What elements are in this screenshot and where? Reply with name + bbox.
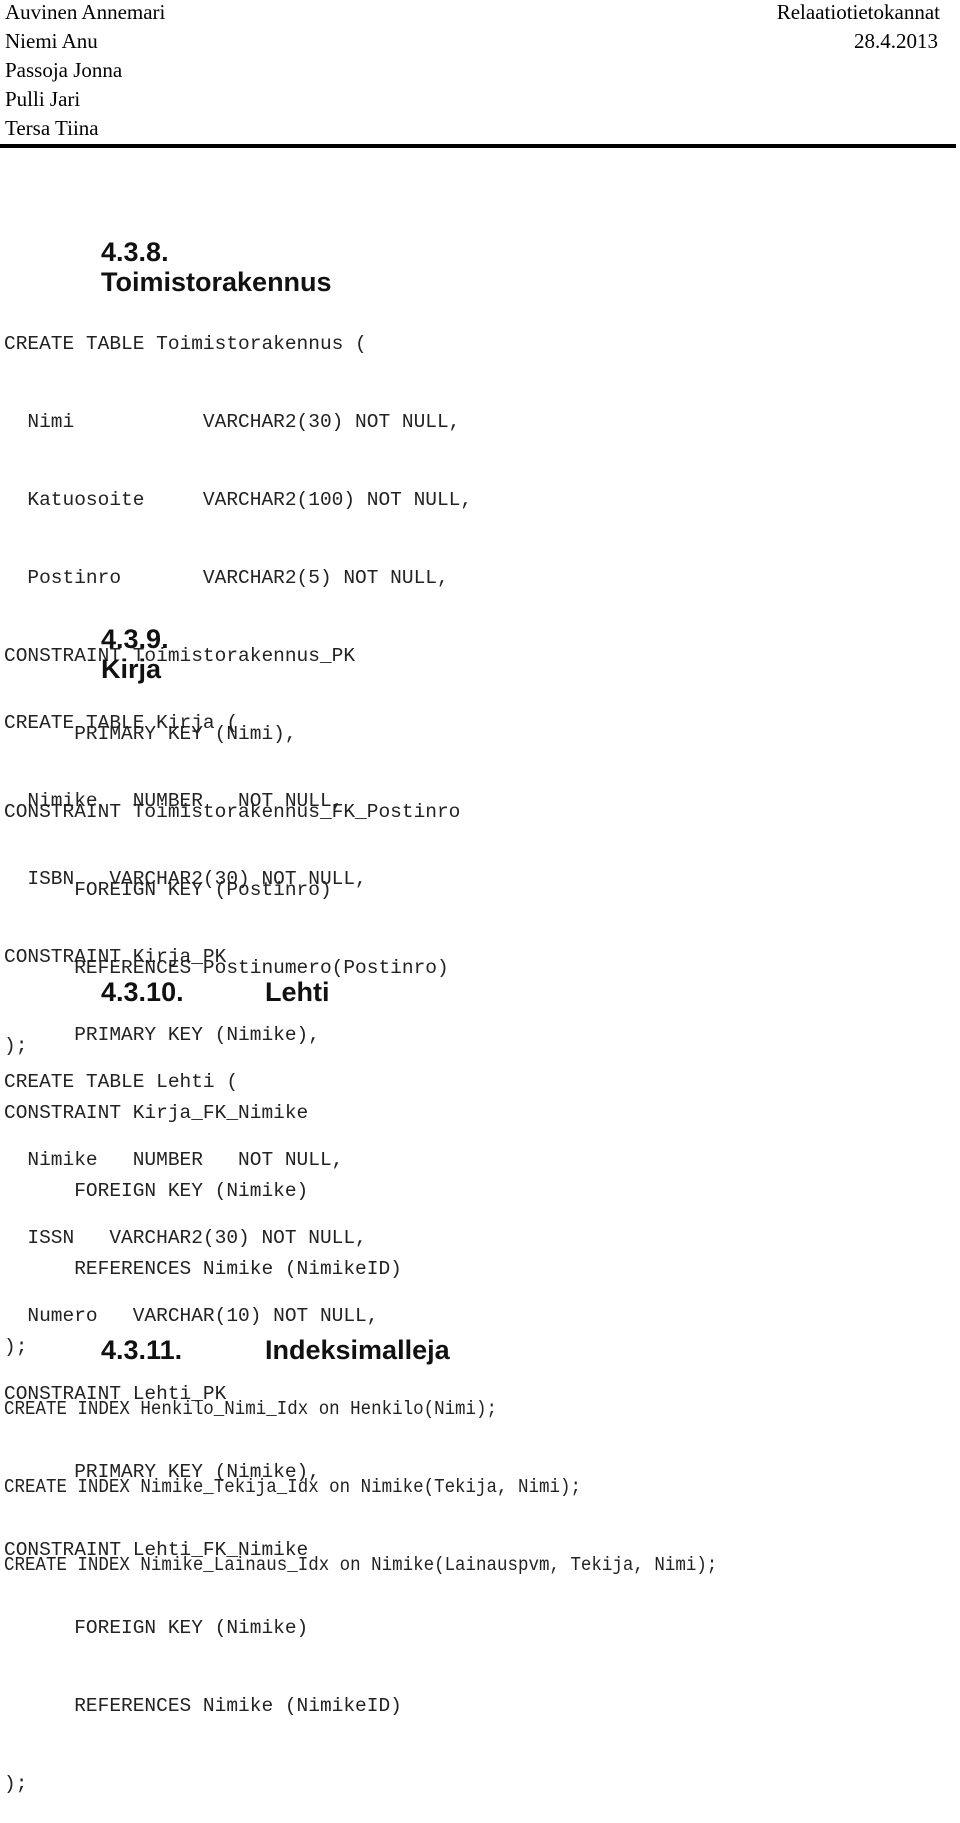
code-line: REFERENCES Nimike (NimikeID) (4, 1695, 402, 1717)
author-name: Niemi Anu (5, 29, 98, 53)
code-line: Nimi VARCHAR2(30) NOT NULL, (4, 411, 461, 433)
author-name: Passoja Jonna (5, 58, 123, 82)
code-line: CREATE TABLE Toimistorakennus ( (4, 333, 367, 355)
section-number: 4.3.8. (101, 237, 169, 267)
code-line: ); (4, 1773, 28, 1795)
header-divider (0, 144, 956, 148)
code-line: ISBN VARCHAR2(30) NOT NULL, (4, 868, 367, 890)
author-name: Auvinen Annemari (5, 0, 166, 24)
code-line: Postinro VARCHAR2(5) NOT NULL, (4, 567, 449, 589)
code-line: CREATE TABLE Lehti ( (4, 1071, 239, 1093)
author-name: Tersa Tiina (5, 116, 99, 140)
code-line: CREATE INDEX Nimike_Tekija_Idx on Nimike… (4, 1476, 581, 1498)
section-number: 4.3.10. (101, 977, 184, 1007)
section-heading: 4.3.10. Lehti (86, 947, 330, 1007)
code-line: Katuosoite VARCHAR2(100) NOT NULL, (4, 489, 473, 511)
code-line: CREATE INDEX Henkilo_Nimi_Idx on Henkilo… (4, 1398, 498, 1420)
section-number: 4.3.9. (101, 624, 169, 654)
section-title: Lehti (265, 977, 330, 1007)
document-date: 28.4.2013 (854, 29, 938, 53)
code-block: CREATE INDEX Henkilo_Nimi_Idx on Henkilo… (4, 1344, 717, 1604)
code-line: ISSN VARCHAR2(30) NOT NULL, (4, 1227, 367, 1249)
author-name: Pulli Jari (5, 87, 81, 111)
code-line: Nimike NUMBER NOT NULL, (4, 790, 344, 812)
code-line: FOREIGN KEY (Nimike) (4, 1617, 309, 1639)
code-line: CREATE INDEX Nimike_Lainaus_Idx on Nimik… (4, 1554, 718, 1576)
code-line: Nimike NUMBER NOT NULL, (4, 1149, 344, 1171)
code-line: CREATE TABLE Kirja ( (4, 712, 239, 734)
course-name: Relaatiotietokannat (776, 0, 940, 24)
